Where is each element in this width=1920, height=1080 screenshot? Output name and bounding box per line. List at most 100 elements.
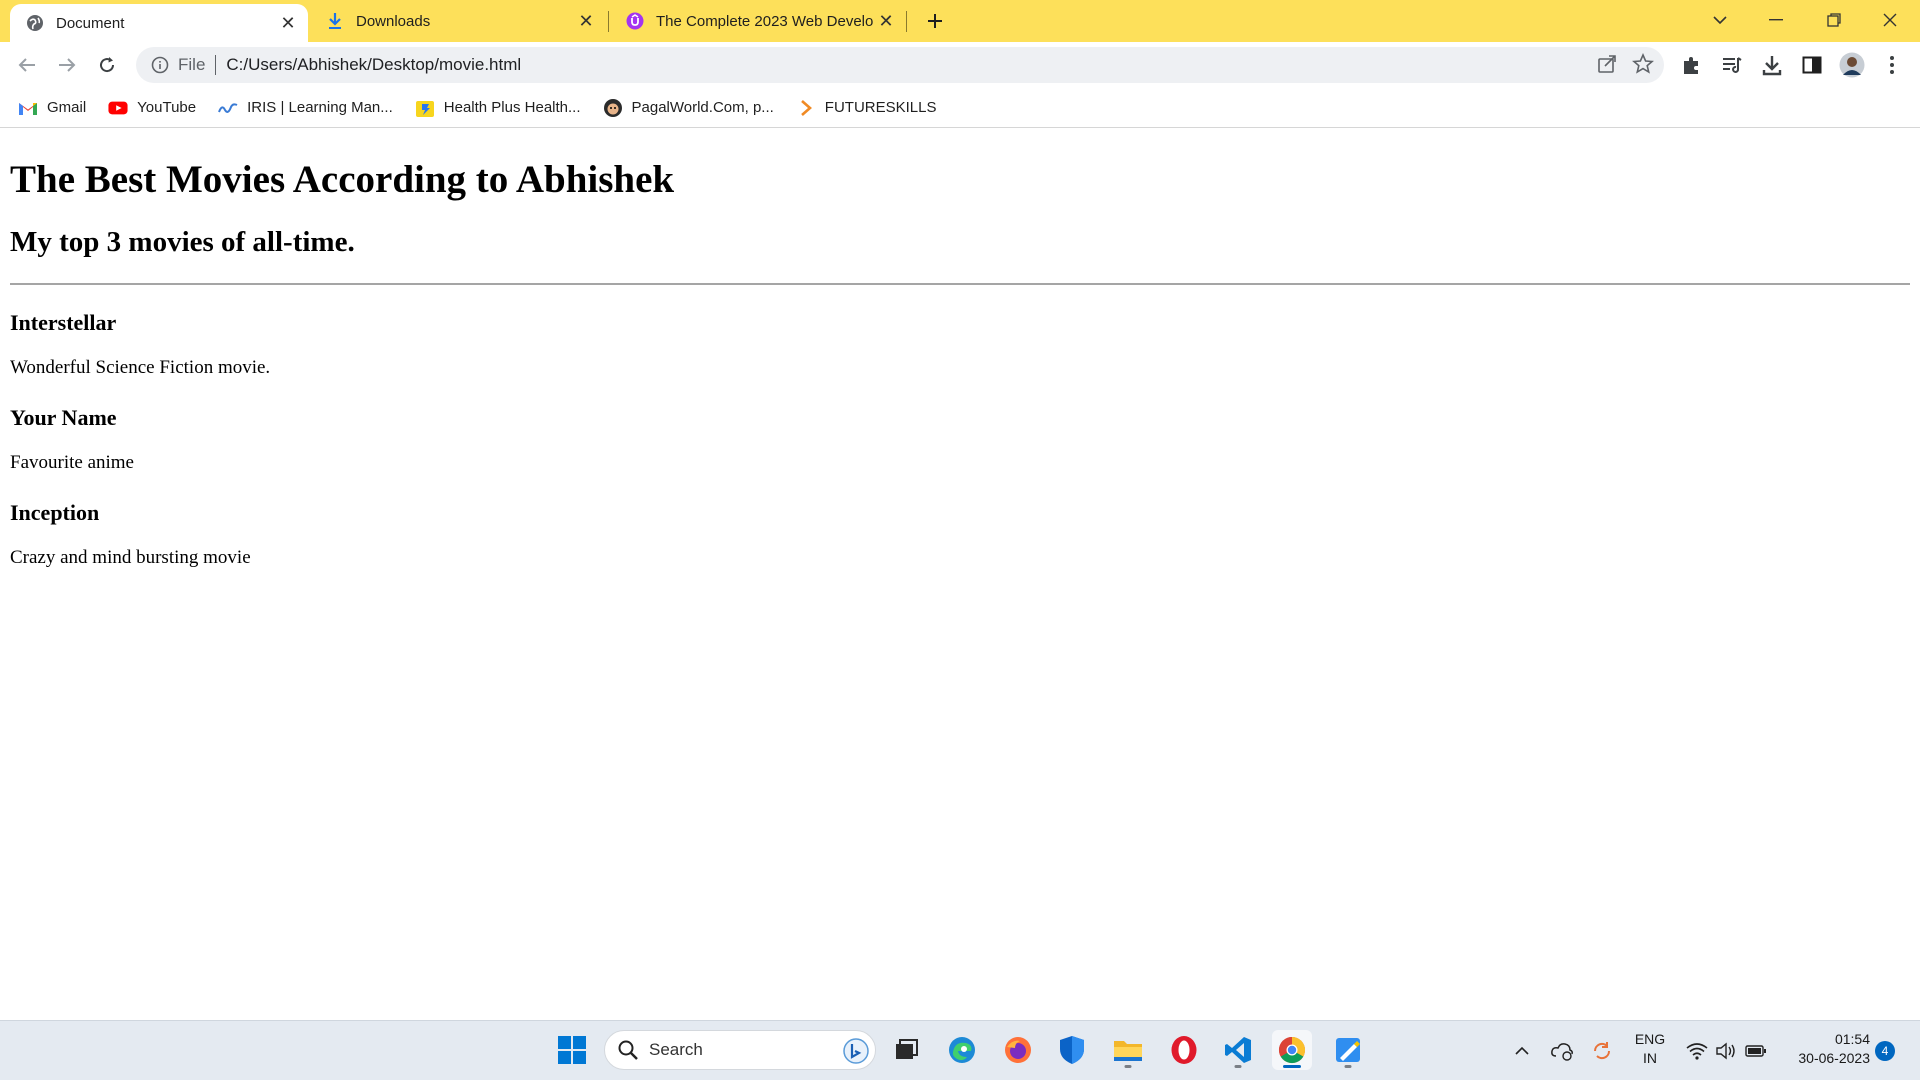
- bookmark-futureskills[interactable]: FUTURESKILLS: [796, 98, 937, 118]
- running-indicator: [1124, 1065, 1132, 1068]
- running-indicator: [1234, 1065, 1242, 1068]
- restore-icon[interactable]: [1806, 0, 1862, 40]
- bookmark-health-plus[interactable]: Health Plus Health...: [415, 98, 581, 118]
- bookmark-pagalworld[interactable]: PagalWorld.Com, p...: [603, 98, 774, 118]
- movie-title: Your Name: [10, 404, 117, 430]
- movie-item: Inception Crazy and mind bursting movie: [10, 500, 1910, 570]
- bookmark-label: Gmail: [47, 99, 87, 116]
- url-divider: [215, 55, 217, 75]
- close-tab-icon[interactable]: ✕: [276, 11, 300, 35]
- tab-web-developer-course[interactable]: The Complete 2023 Web Develop ✕: [610, 0, 906, 42]
- info-icon[interactable]: [150, 55, 170, 75]
- more-menu-icon[interactable]: [1878, 51, 1906, 79]
- vscode-icon[interactable]: [1218, 1030, 1258, 1070]
- clock[interactable]: 01:54 30-06-2023: [1778, 1030, 1870, 1068]
- movie-title: Interstellar: [10, 309, 117, 335]
- divider: [10, 282, 1910, 285]
- battery-icon[interactable]: [1744, 1039, 1768, 1063]
- profile-avatar[interactable]: [1838, 51, 1866, 79]
- taskbar: Search ENG IN 01:54 30-06-2023 4: [0, 1020, 1920, 1080]
- browser-toolbar: File C:/Users/Abhishek/Desktop/movie.htm…: [0, 42, 1920, 88]
- url-text[interactable]: C:/Users/Abhishek/Desktop/movie.html: [226, 55, 521, 75]
- page-title: The Best Movies According to Abhishek: [10, 158, 675, 201]
- side-panel-icon[interactable]: [1798, 51, 1826, 79]
- bookmark-gmail[interactable]: Gmail: [18, 98, 86, 118]
- bing-icon[interactable]: [843, 1038, 869, 1064]
- bookmark-label: PagalWorld.Com, p...: [631, 99, 774, 116]
- bookmark-label: Health Plus Health...: [443, 99, 581, 116]
- language-region: IN: [1643, 1050, 1657, 1066]
- firefox-icon[interactable]: [998, 1030, 1038, 1070]
- tab-document[interactable]: Document ✕: [10, 4, 308, 42]
- chevron-right-icon: [796, 98, 816, 118]
- edge-icon[interactable]: [942, 1030, 982, 1070]
- clock-time: 01:54: [1834, 1031, 1870, 1047]
- update-sync-icon[interactable]: [1590, 1039, 1614, 1063]
- tab-strip: Document ✕ Downloads ✕ The Complete 2023…: [0, 0, 1920, 42]
- flipkart-icon: [415, 98, 435, 118]
- movie-title: Inception: [10, 500, 100, 526]
- movie-item: Your Name Favourite anime: [10, 405, 1910, 475]
- search-icon: [617, 1039, 639, 1061]
- volume-icon[interactable]: [1714, 1039, 1738, 1063]
- show-hidden-icons-chevron-up-icon[interactable]: [1510, 1039, 1534, 1063]
- file-explorer-icon[interactable]: [1108, 1030, 1148, 1070]
- reading-list-icon[interactable]: [1718, 51, 1746, 79]
- taskbar-search-box[interactable]: Search: [604, 1030, 876, 1070]
- onedrive-sync-icon[interactable]: [1550, 1039, 1574, 1063]
- movie-description: Favourite anime: [10, 452, 134, 474]
- tab-title: Downloads: [356, 12, 431, 30]
- bookmark-star-icon[interactable]: [1632, 52, 1654, 80]
- active-indicator: [1283, 1065, 1301, 1068]
- url-scheme-label: File: [178, 55, 206, 74]
- extensions-puzzle-icon[interactable]: [1678, 51, 1706, 79]
- reload-button[interactable]: [91, 49, 123, 81]
- bookmark-youtube[interactable]: YouTube: [108, 98, 196, 118]
- address-bar[interactable]: File C:/Users/Abhishek/Desktop/movie.htm…: [136, 47, 1664, 83]
- youtube-icon: [108, 98, 128, 118]
- forward-button[interactable]: [51, 49, 83, 81]
- bookmark-label: FUTURESKILLS: [824, 99, 937, 116]
- new-tab-button[interactable]: [922, 8, 948, 34]
- iris-icon: [218, 98, 238, 118]
- defender-shield-icon[interactable]: [1052, 1030, 1092, 1070]
- close-tab-icon[interactable]: ✕: [574, 9, 598, 33]
- language-indicator[interactable]: ENG IN: [1628, 1030, 1672, 1068]
- page-subtitle: My top 3 movies of all-time.: [10, 225, 355, 258]
- paint-app-icon[interactable]: [1328, 1030, 1368, 1070]
- movie-item: Interstellar Wonderful Science Fiction m…: [10, 310, 1910, 380]
- movie-description: Wonderful Science Fiction movie.: [10, 357, 271, 379]
- pagalworld-icon: [603, 98, 623, 118]
- bookmark-label: YouTube: [137, 99, 197, 116]
- tab-separator: [608, 11, 609, 32]
- page-content: The Best Movies According to Abhishek My…: [0, 129, 1920, 1019]
- chrome-icon[interactable]: [1272, 1030, 1312, 1070]
- tab-title: The Complete 2023 Web Develop: [656, 12, 874, 30]
- globe-icon: [26, 14, 44, 32]
- bookmarks-bar: Gmail YouTube IRIS | Learning Man... Hea…: [0, 88, 1920, 128]
- notification-badge[interactable]: 4: [1875, 1041, 1895, 1061]
- downloads-icon[interactable]: [1758, 51, 1786, 79]
- share-icon[interactable]: [1596, 53, 1618, 80]
- tab-search-chevron-down-icon[interactable]: [1692, 0, 1748, 40]
- bookmark-label: IRIS | Learning Man...: [247, 99, 393, 116]
- download-icon: [326, 12, 344, 30]
- clock-date: 30-06-2023: [1798, 1050, 1870, 1066]
- udemy-icon: [626, 12, 644, 30]
- wifi-icon[interactable]: [1685, 1039, 1709, 1063]
- bookmark-iris[interactable]: IRIS | Learning Man...: [218, 98, 393, 118]
- close-tab-icon[interactable]: ✕: [874, 9, 898, 33]
- tab-separator: [906, 11, 907, 32]
- start-button[interactable]: [552, 1030, 592, 1070]
- gmail-icon: [18, 98, 38, 118]
- back-button[interactable]: [11, 49, 43, 81]
- close-window-icon[interactable]: [1862, 0, 1918, 40]
- opera-icon[interactable]: [1164, 1030, 1204, 1070]
- tab-downloads[interactable]: Downloads ✕: [310, 0, 606, 42]
- task-view-icon[interactable]: [886, 1030, 926, 1070]
- movie-description: Crazy and mind bursting movie: [10, 547, 251, 569]
- language-code: ENG: [1634, 1031, 1666, 1047]
- running-indicator: [1344, 1065, 1352, 1068]
- tab-title: Document: [56, 14, 125, 32]
- minimize-icon[interactable]: [1748, 0, 1804, 40]
